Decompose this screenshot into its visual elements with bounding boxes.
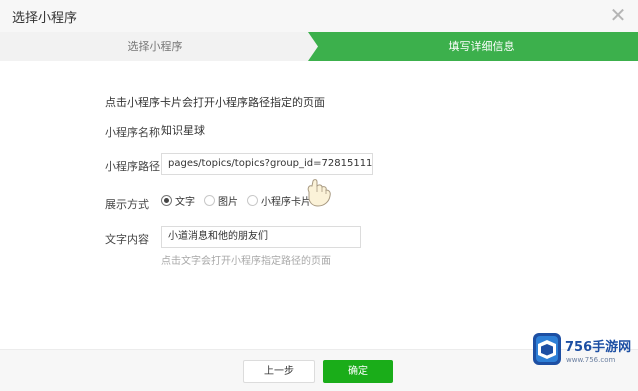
hand-cursor-icon	[307, 179, 331, 207]
close-icon[interactable]: ✕	[608, 4, 628, 26]
radio-image[interactable]: 图片	[204, 193, 238, 208]
radio-unchecked-icon	[247, 194, 258, 206]
dialog-titlebar: 选择小程序 ✕	[0, 0, 638, 32]
radio-text-label: 文字	[175, 196, 195, 208]
miniprogram-path-input[interactable]: pages/topics/topics?group_id=728151117	[161, 153, 373, 175]
text-content-hint: 点击文字会打开小程序指定路径的页面	[161, 256, 331, 267]
step-select-miniprogram[interactable]: 选择小程序	[0, 32, 310, 61]
miniprogram-name-value: 知识星球	[161, 124, 205, 137]
text-content-label: 文字内容	[105, 233, 149, 246]
display-mode-label: 展示方式	[105, 198, 149, 211]
display-mode-radio-group: 文字 图片 小程序卡片	[161, 193, 320, 208]
path-input-value: pages/topics/topics?group_id=728151117	[168, 158, 373, 169]
form-description: 点击小程序卡片会打开小程序路径指定的页面	[105, 96, 325, 109]
confirm-button[interactable]: 确定	[323, 360, 393, 383]
path-label: 小程序路径	[105, 160, 160, 173]
radio-unchecked-icon	[204, 194, 215, 206]
name-label: 小程序名称	[105, 126, 160, 139]
watermark-title: 756手游网	[565, 340, 632, 355]
dialog-title: 选择小程序	[12, 11, 78, 26]
watermark-logo-icon	[533, 333, 561, 365]
previous-step-button[interactable]: 上一步	[243, 360, 315, 383]
radio-image-label: 图片	[218, 196, 238, 208]
radio-checked-icon	[161, 194, 172, 206]
watermark-url: www.756.com	[566, 356, 616, 364]
text-content-value: 小道消息和他的朋友们	[168, 231, 268, 242]
step-fill-details[interactable]: 填写详细信息	[325, 32, 638, 61]
text-content-input[interactable]: 小道消息和他的朋友们	[161, 226, 361, 248]
step-indicator: 选择小程序 填写详细信息	[0, 32, 638, 61]
site-watermark: 756手游网 www.756.com	[530, 330, 634, 374]
radio-text[interactable]: 文字	[161, 193, 195, 208]
